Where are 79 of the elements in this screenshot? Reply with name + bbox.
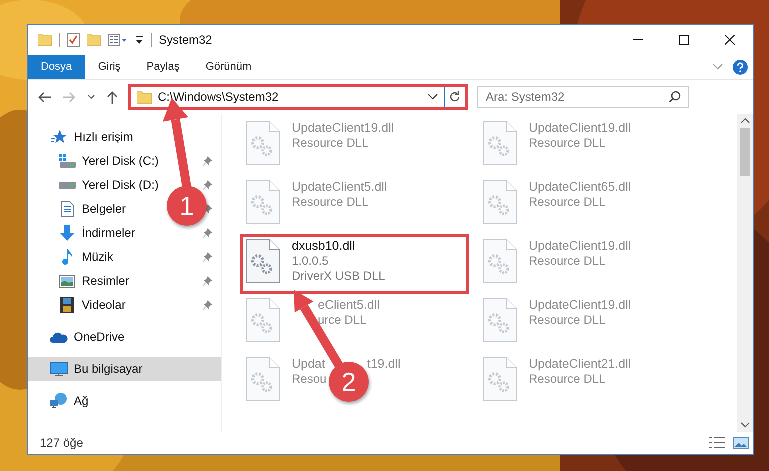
- details-view-icon[interactable]: [709, 437, 725, 449]
- gear-document-icon: [246, 121, 280, 165]
- network-icon: [50, 393, 68, 409]
- maximize-icon[interactable]: [679, 35, 689, 45]
- gear-document-icon: [483, 357, 517, 401]
- document-icon: [60, 201, 74, 217]
- search-field[interactable]: Ara: System32: [477, 86, 689, 108]
- cloud-icon: [50, 332, 68, 342]
- sidebar-item[interactable]: OneDrive: [50, 330, 125, 344]
- sidebar-item[interactable]: Müzik: [58, 249, 114, 265]
- sidebar-item[interactable]: Videolar: [58, 297, 126, 313]
- close-icon[interactable]: [725, 35, 735, 45]
- drive-icon: [58, 154, 76, 168]
- pin-icon[interactable]: [203, 228, 213, 238]
- file-name: t19.dll: [367, 357, 401, 372]
- film-icon: [60, 297, 74, 313]
- refresh-icon[interactable]: [449, 91, 461, 103]
- sidebar-item[interactable]: İndirmeler: [58, 225, 136, 241]
- file-detail: 1.0.0.5: [292, 254, 329, 269]
- download-arrow-icon: [60, 225, 74, 241]
- pin-icon[interactable]: [203, 300, 213, 310]
- sidebar-item[interactable]: Bu bilgisayar: [50, 362, 143, 376]
- pin-icon[interactable]: [203, 252, 213, 262]
- music-note-icon: [62, 249, 72, 265]
- gear-document-icon: [246, 239, 280, 283]
- pin-icon[interactable]: [203, 180, 213, 190]
- chevron-icon[interactable]: [713, 64, 723, 70]
- item-count: 127 öğe: [40, 436, 84, 450]
- file-detail: Resource DLL: [529, 372, 606, 387]
- properties-icon[interactable]: [108, 34, 128, 46]
- gear-document-icon: [483, 121, 517, 165]
- image-icon: [59, 274, 75, 288]
- pin-icon[interactable]: [203, 276, 213, 286]
- file-detail: DriverX USB DLL: [292, 269, 386, 284]
- star-icon: [51, 130, 67, 144]
- file-detail: Resource DLL: [529, 254, 606, 269]
- ribbon-tab[interactable]: Paylaş: [134, 55, 193, 79]
- gear-document-icon: [483, 180, 517, 224]
- window-title: System32: [159, 33, 212, 47]
- ribbon-tab[interactable]: Görünüm: [192, 55, 265, 79]
- scroll-down-icon[interactable]: [740, 422, 750, 428]
- up-icon[interactable]: [107, 90, 118, 104]
- scrollbar[interactable]: [737, 114, 753, 432]
- pin-icon[interactable]: [203, 156, 213, 166]
- file-name[interactable]: dxusb10.dll: [292, 239, 356, 254]
- sidebar-item[interactable]: Resimler: [58, 274, 130, 288]
- dropdown-icon[interactable]: [428, 94, 438, 100]
- scrollbar-thumb[interactable]: [740, 128, 750, 176]
- gear-document-icon: [246, 180, 280, 224]
- file-detail: Resource DLL: [529, 195, 606, 210]
- sidebar-item[interactable]: Ağ: [50, 393, 89, 409]
- back-icon[interactable]: [38, 92, 51, 102]
- drive-icon: [58, 182, 76, 188]
- file-detail: Resource DLL: [292, 136, 369, 151]
- file-detail: urce DLL: [318, 313, 367, 328]
- file-detail: Resource DLL: [529, 313, 606, 328]
- folder-icon: [137, 90, 152, 104]
- address-bar[interactable]: C:\Windows\System32: [128, 84, 468, 110]
- monitor-icon: [50, 362, 68, 376]
- gear-document-icon: [246, 298, 280, 342]
- ribbon-tab[interactable]: Dosya: [28, 55, 86, 79]
- sidebar-item[interactable]: Belgeler: [58, 201, 126, 217]
- gear-document-icon: [246, 357, 280, 401]
- file-detail: Resource DLL: [529, 136, 606, 151]
- help-icon[interactable]: [733, 60, 748, 74]
- sidebar-item[interactable]: Yerel Disk (D:): [58, 178, 159, 192]
- sidebar-item[interactable]: Hızlı erişim: [50, 130, 134, 144]
- scroll-up-icon[interactable]: [740, 118, 750, 124]
- search-icon[interactable]: [669, 91, 681, 103]
- sidebar-item[interactable]: Yerel Disk (C:): [58, 154, 159, 168]
- file-detail: Resou: [292, 372, 327, 387]
- dropdown-icon[interactable]: [135, 36, 144, 44]
- file-detail: Resource DLL: [292, 195, 369, 210]
- gear-document-icon: [483, 239, 517, 283]
- recent-dropdown-icon[interactable]: [88, 94, 95, 100]
- ribbon-tab[interactable]: Giriş: [85, 55, 134, 79]
- tiles-view-icon[interactable]: [733, 437, 749, 449]
- checklist-icon[interactable]: [67, 33, 80, 47]
- gear-document-icon: [483, 298, 517, 342]
